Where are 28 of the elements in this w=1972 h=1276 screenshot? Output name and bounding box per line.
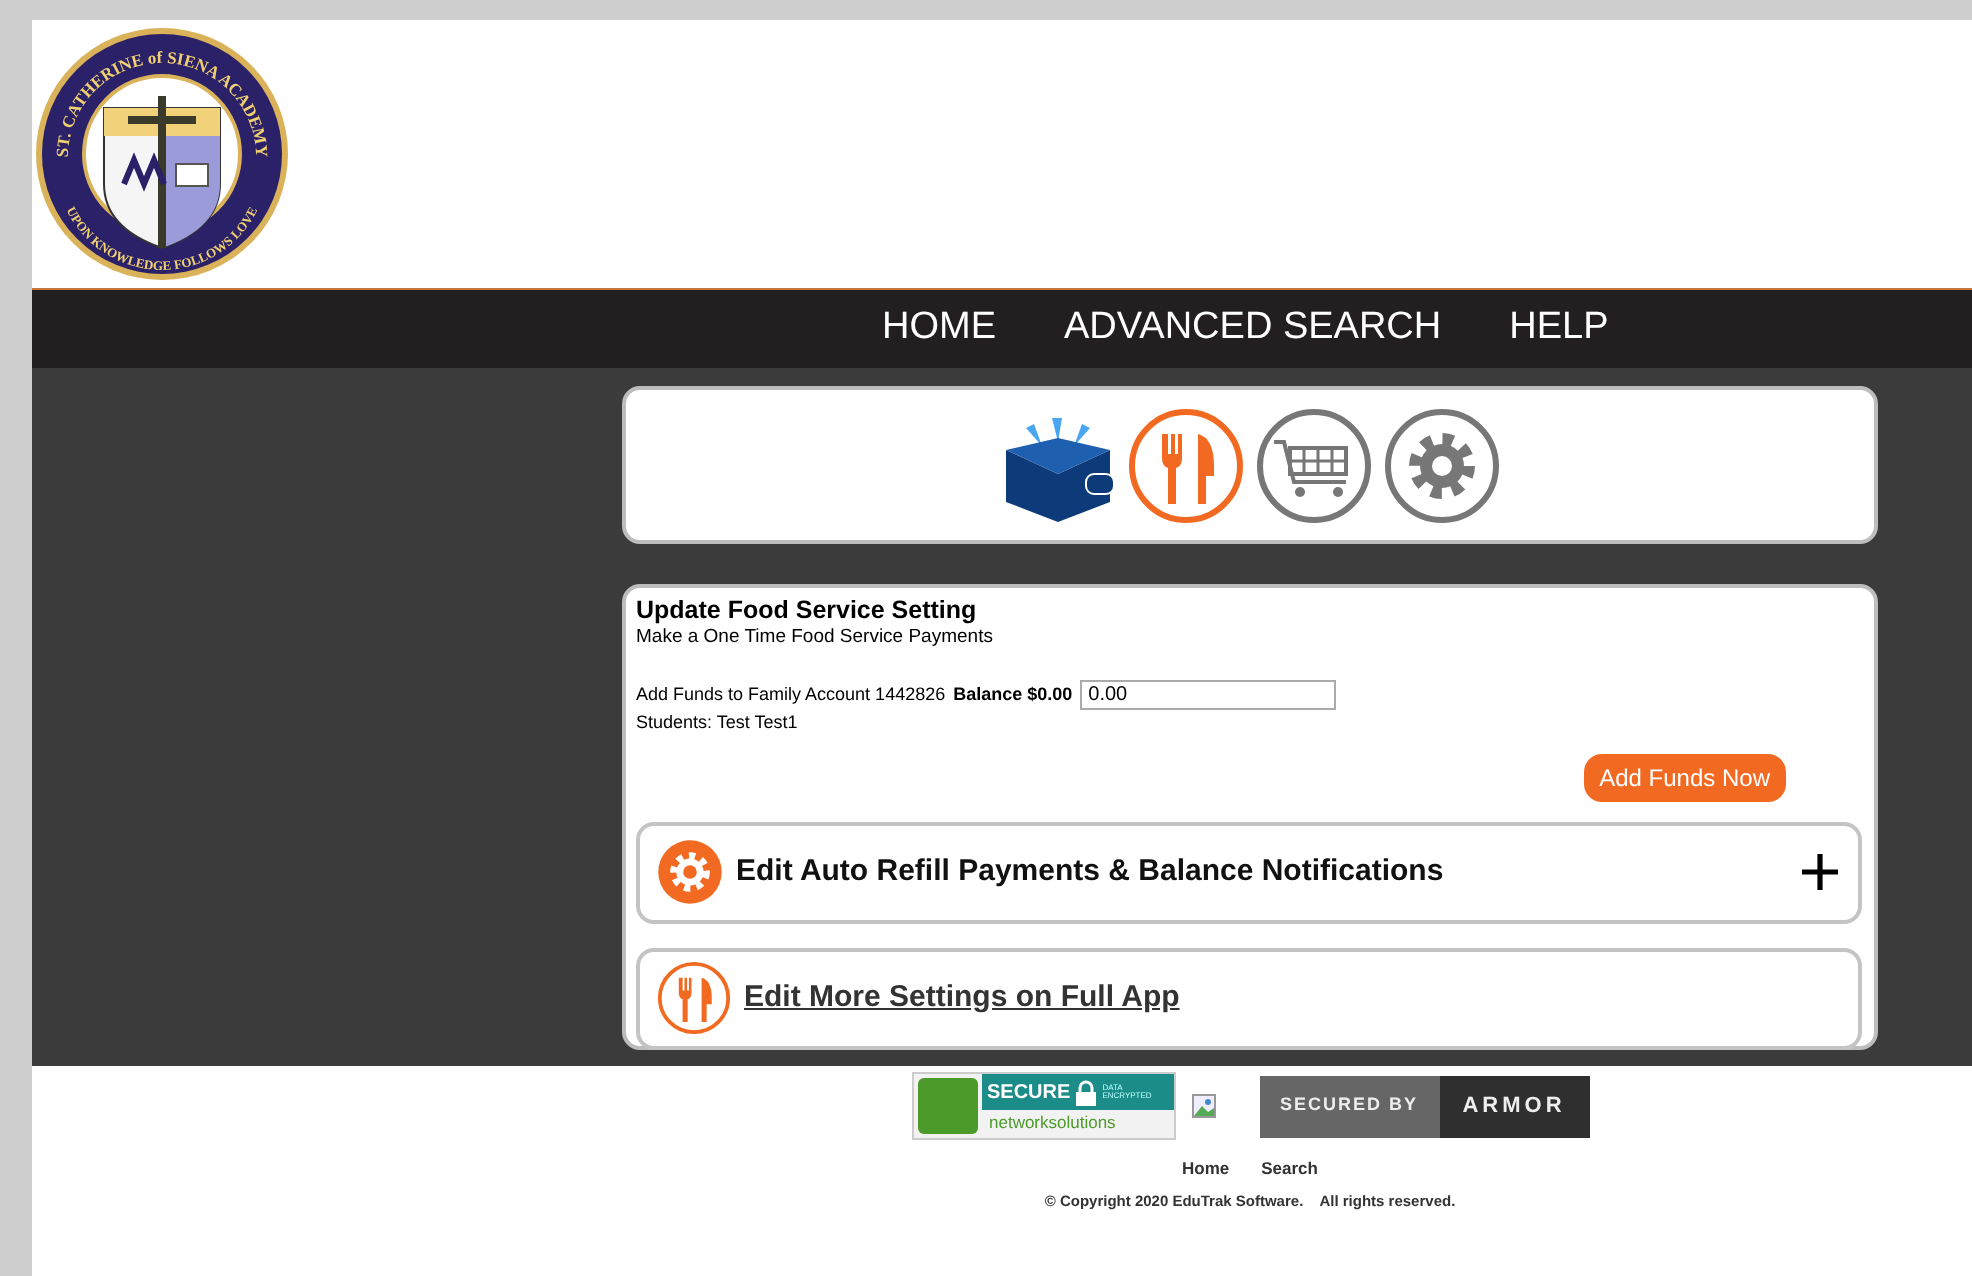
balance-label: Balance $0.00 bbox=[953, 681, 1073, 708]
fork-knife-icon bbox=[656, 960, 732, 1036]
section-title: Update Food Service Setting bbox=[636, 596, 979, 626]
amount-field[interactable]: 0.00 bbox=[1080, 680, 1337, 710]
security-badge[interactable]: SECURED BY ARMOR bbox=[1259, 1075, 1589, 1137]
full-app-link[interactable]: Edit More Settings on Full App bbox=[744, 975, 1180, 1021]
padlock-icon bbox=[1076, 1079, 1097, 1105]
nav-link[interactable]: HOME bbox=[882, 300, 996, 358]
ns-logo-icon bbox=[917, 1078, 977, 1134]
badge-caption: SECURED BY bbox=[1259, 1075, 1439, 1137]
broken-image-icon bbox=[1191, 1094, 1215, 1118]
section-subtitle: Make a One Time Food Service Payments bbox=[636, 626, 995, 648]
nav-link[interactable]: HELP bbox=[1509, 300, 1609, 358]
students-label: Students: Test Test1 bbox=[636, 710, 800, 736]
shopping-cart-icon[interactable] bbox=[1254, 405, 1374, 525]
plus-icon[interactable] bbox=[1802, 854, 1838, 890]
badge-brand: ARMOR bbox=[1439, 1075, 1589, 1137]
gear-icon bbox=[656, 838, 724, 906]
seal-brand: networksolutions bbox=[987, 1110, 1118, 1136]
footer-link[interactable]: Search bbox=[1261, 1156, 1318, 1182]
footer-link[interactable]: Home bbox=[1182, 1156, 1230, 1182]
panel-title: Edit Auto Refill Payments & Balance Notifications bbox=[736, 851, 1444, 892]
seal-title: SECURE bbox=[987, 1079, 1071, 1107]
settings-panel[interactable]: Edit Auto Refill Payments & Balance Notifications bbox=[636, 821, 1862, 923]
settings-panel[interactable]: Edit More Settings on Full App bbox=[636, 947, 1862, 1049]
settings-icon[interactable] bbox=[1382, 405, 1502, 525]
nav-link[interactable]: ADVANCED SEARCH bbox=[1064, 300, 1442, 358]
account-label: Add Funds to Family Account 1442826 bbox=[636, 681, 946, 708]
